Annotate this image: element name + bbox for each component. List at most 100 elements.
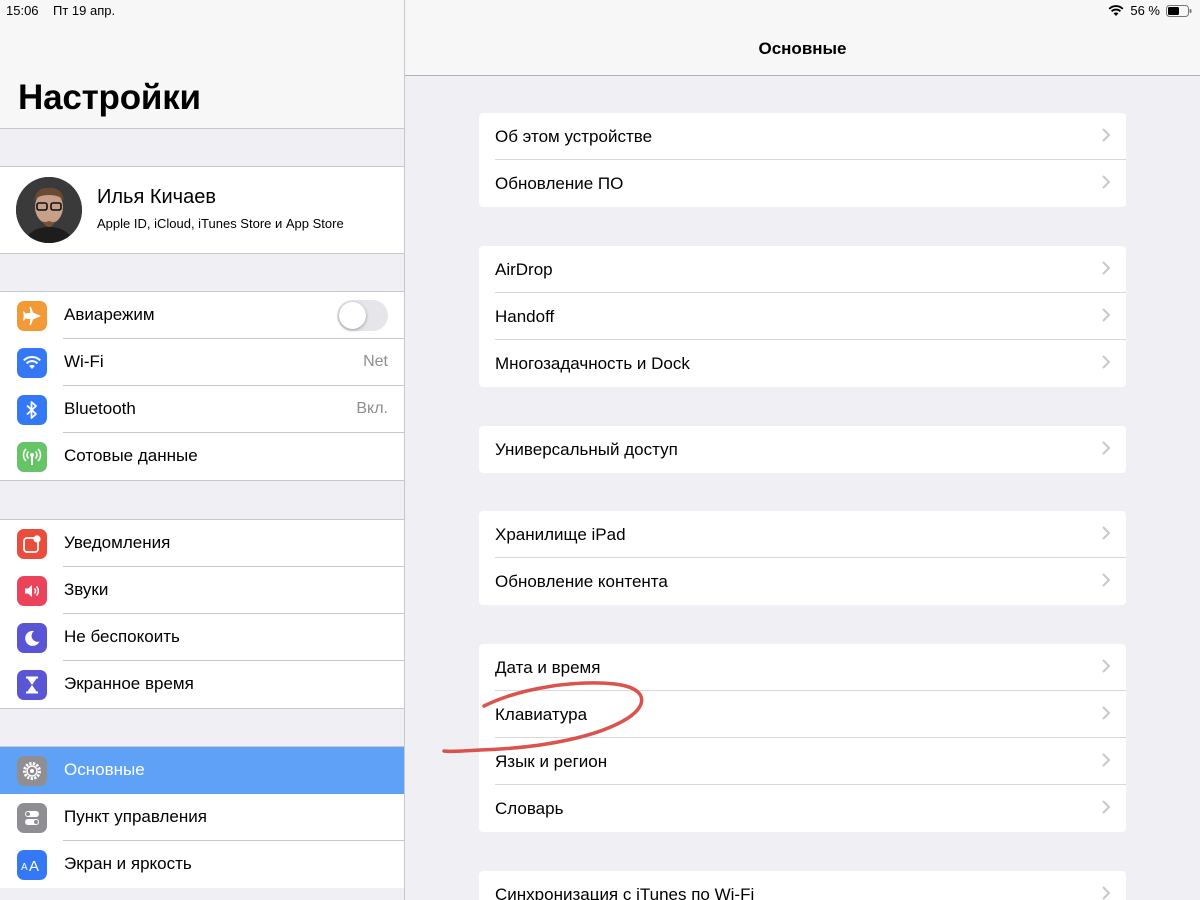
chevron-right-icon [1102, 261, 1110, 275]
sidebar-item-label: Экранное время [64, 674, 194, 693]
moon-icon [17, 623, 47, 653]
chevron-right-icon [1102, 706, 1110, 720]
sidebar-item-label: Основные [64, 760, 145, 779]
general-group: Основные Пункт управления AA Экран и ярк… [0, 746, 404, 888]
row-keyboard[interactable]: Клавиатура [479, 691, 1126, 738]
toggle-knob [339, 302, 366, 329]
chevron-right-icon [1102, 175, 1110, 189]
chevron-right-icon [1102, 526, 1110, 540]
airplane-icon [17, 301, 47, 331]
row-label: Об этом устройстве [495, 127, 653, 146]
chevron-right-icon [1102, 800, 1110, 814]
sidebar-item-label: Сотовые данные [64, 446, 198, 465]
svg-text:A: A [21, 862, 28, 873]
row-label: Язык и регион [495, 752, 608, 771]
sidebar-item-do-not-disturb[interactable]: Не беспокоить [0, 614, 404, 661]
row-about[interactable]: Об этом устройстве [479, 113, 1126, 160]
chevron-right-icon [1102, 441, 1110, 455]
sidebar-item-airplane-mode[interactable]: Авиарежим [0, 292, 404, 339]
row-label: Хранилище iPad [495, 525, 626, 544]
row-background-refresh[interactable]: Обновление контента [479, 558, 1126, 605]
hourglass-icon [17, 670, 47, 700]
airdrop-group: AirDrop Handoff Многозадачность и Dock [479, 246, 1126, 387]
profile-subtitle: Apple ID, iCloud, iTunes Store и App Sto… [97, 216, 344, 231]
status-date: Пт 19 апр. [53, 3, 116, 18]
row-label: Клавиатура [495, 705, 588, 724]
airplane-mode-toggle[interactable] [337, 300, 388, 331]
chevron-right-icon [1102, 128, 1110, 142]
sidebar-item-label: Не беспокоить [64, 627, 180, 646]
battery-percent: 56 % [1130, 3, 1160, 18]
notifications-icon [17, 529, 47, 559]
sidebar-item-general[interactable]: Основные [0, 747, 404, 794]
row-multitasking[interactable]: Многозадачность и Dock [479, 340, 1126, 387]
page-title: Основные [758, 39, 847, 58]
row-label: Обновление ПО [495, 174, 624, 193]
row-itunes-wifi-sync[interactable]: Синхронизация с iTunes по Wi-Fi [479, 871, 1126, 900]
sidebar-item-label: Пункт управления [64, 807, 207, 826]
accessibility-group: Универсальный доступ [479, 426, 1126, 473]
row-language-region[interactable]: Язык и регион [479, 738, 1126, 785]
sidebar-item-bluetooth[interactable]: Bluetooth Вкл. [0, 386, 404, 433]
display-icon: AA [17, 850, 47, 880]
sidebar-item-control-center[interactable]: Пункт управления [0, 794, 404, 841]
sidebar-item-label: Звуки [64, 580, 109, 599]
row-label: AirDrop [495, 260, 553, 279]
switches-icon [17, 803, 47, 833]
sidebar-item-display[interactable]: AA Экран и яркость [0, 841, 404, 888]
row-airdrop[interactable]: AirDrop [479, 246, 1126, 293]
row-label: Handoff [495, 307, 555, 326]
wifi-signal-icon [1108, 4, 1124, 17]
sidebar-item-cellular[interactable]: Сотовые данные [0, 433, 404, 480]
connectivity-group: Авиарежим Wi-Fi Net Bluetooth Вкл. Сотов… [0, 291, 404, 481]
sidebar-item-screen-time[interactable]: Экранное время [0, 661, 404, 708]
row-label: Дата и время [495, 658, 601, 677]
row-handoff[interactable]: Handoff [479, 293, 1126, 340]
row-label: Обновление контента [495, 572, 668, 591]
sidebar-item-label: Уведомления [64, 533, 171, 552]
storage-group: Хранилище iPad Обновление контента [479, 511, 1126, 605]
sidebar-item-label: Wi-Fi [64, 352, 104, 371]
row-date-time[interactable]: Дата и время [479, 644, 1126, 691]
sidebar-item-sounds[interactable]: Звуки [0, 567, 404, 614]
svg-text:A: A [29, 858, 39, 875]
gear-icon [17, 756, 47, 786]
wifi-network-value: Net [363, 353, 388, 370]
row-software-update[interactable]: Обновление ПО [479, 160, 1126, 207]
row-label: Словарь [495, 799, 564, 818]
chevron-right-icon [1102, 753, 1110, 767]
wifi-icon [17, 348, 47, 378]
chevron-right-icon [1102, 886, 1110, 900]
status-bar: 15:06 Пт 19 апр. 56 % [0, 0, 1200, 22]
status-time: 15:06 [6, 3, 39, 18]
row-label: Многозадачность и Dock [495, 354, 690, 373]
row-dictionary[interactable]: Словарь [479, 785, 1126, 832]
avatar [16, 177, 82, 243]
chevron-right-icon [1102, 573, 1110, 587]
sidebar-item-notifications[interactable]: Уведомления [0, 520, 404, 567]
sounds-icon [17, 576, 47, 606]
row-ipad-storage[interactable]: Хранилище iPad [479, 511, 1126, 558]
profile-row[interactable]: Илья Кичаев Apple ID, iCloud, iTunes Sto… [0, 166, 404, 254]
sidebar-item-wifi[interactable]: Wi-Fi Net [0, 339, 404, 386]
sidebar-item-label: Bluetooth [64, 399, 136, 418]
about-group: Об этом устройстве Обновление ПО [479, 113, 1126, 207]
profile-name: Илья Кичаев [97, 186, 216, 208]
chevron-right-icon [1102, 308, 1110, 322]
sidebar-title: Настройки [18, 78, 201, 117]
bluetooth-icon [17, 395, 47, 425]
notifications-group: Уведомления Звуки Не беспокоить Экранное… [0, 519, 404, 709]
battery-icon [1166, 4, 1192, 17]
status-indicators: 56 % [1108, 3, 1192, 18]
itunes-sync-group: Синхронизация с iTunes по Wi-Fi [479, 871, 1126, 900]
sidebar-item-label: Экран и яркость [64, 854, 192, 873]
row-label: Синхронизация с iTunes по Wi-Fi [495, 885, 755, 900]
chevron-right-icon [1102, 659, 1110, 673]
cellular-icon [17, 442, 47, 472]
settings-sidebar: Настройки Илья Кичаев Apple ID, iCloud, … [0, 0, 405, 900]
row-label: Универсальный доступ [495, 440, 678, 459]
sidebar-item-label: Авиарежим [64, 305, 155, 324]
chevron-right-icon [1102, 355, 1110, 369]
detail-pane: Основные Об этом устройстве Обновление П… [405, 0, 1200, 900]
row-accessibility[interactable]: Универсальный доступ [479, 426, 1126, 473]
